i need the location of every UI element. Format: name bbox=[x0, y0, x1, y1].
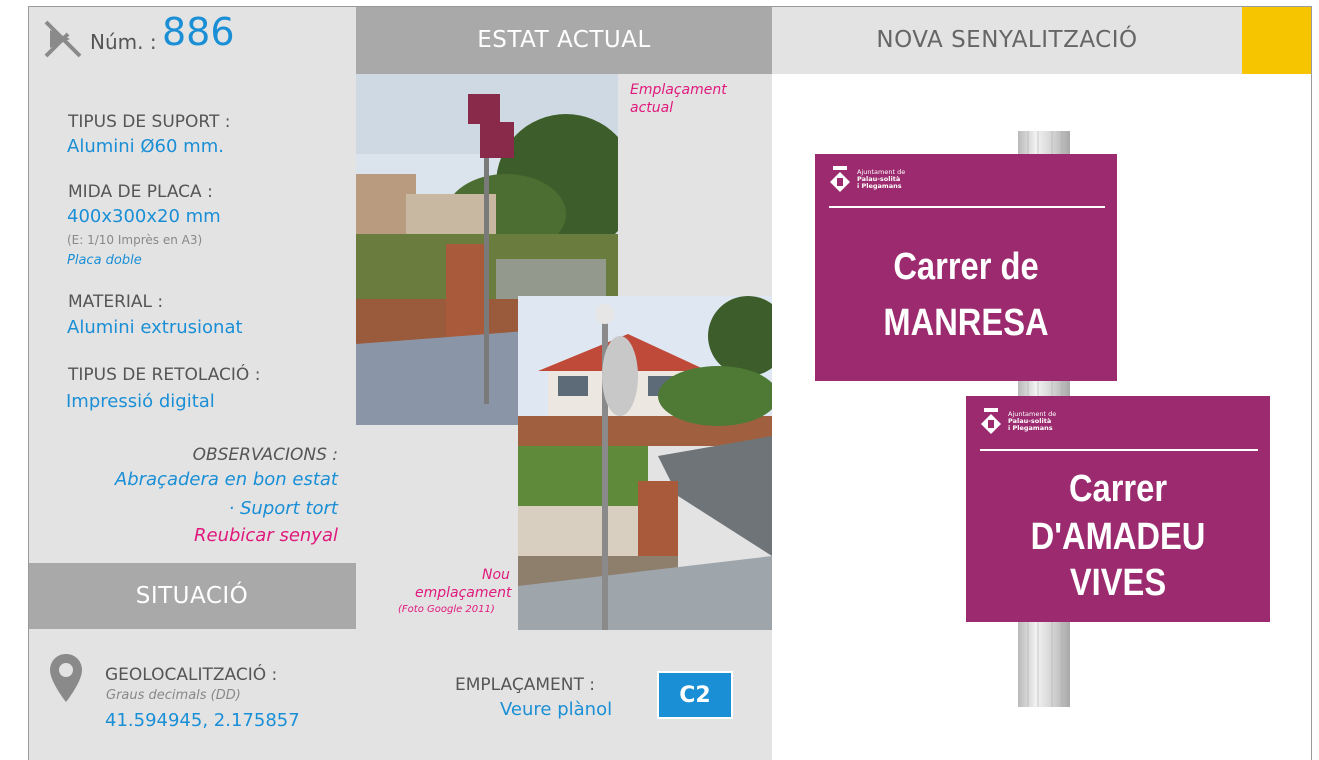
sign-inventory-sheet: Núm. : 886 ESTAT ACTUAL NOVA SENYALITZAC… bbox=[0, 0, 1319, 760]
page-border bbox=[28, 6, 1312, 760]
